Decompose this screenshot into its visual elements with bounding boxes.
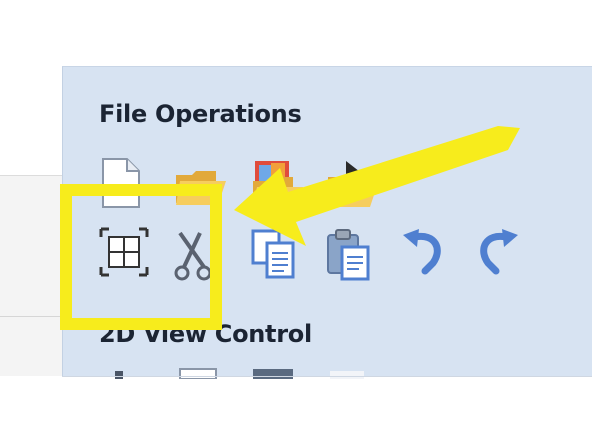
annotation-arrow-icon (234, 126, 520, 246)
